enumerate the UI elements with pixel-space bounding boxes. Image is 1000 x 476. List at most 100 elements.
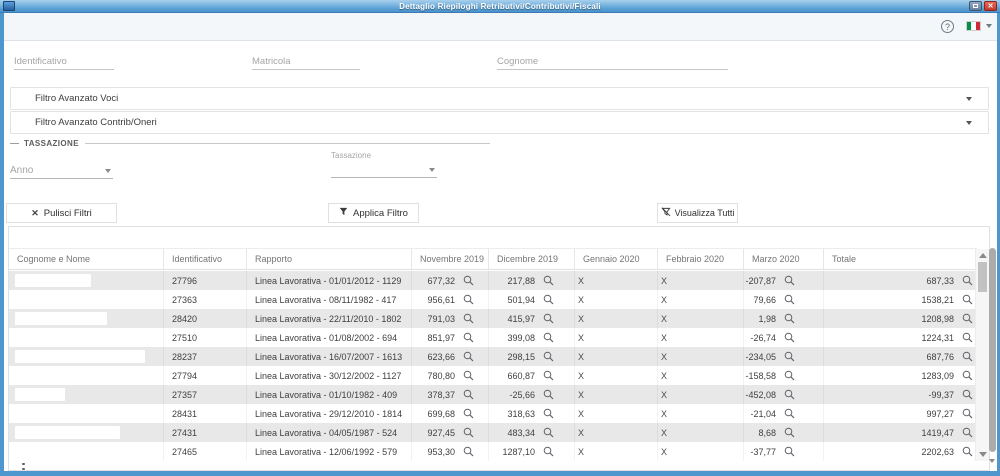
column-header-febbraio-2020[interactable]: Febbraio 2020 [658,249,744,269]
table-row[interactable]: 28431 Linea Lavorativa - 29/12/2010 - 18… [9,404,977,423]
applica-filtro-label: Applica Filtro [353,208,408,219]
cell-identificativo: 27794 [164,366,247,385]
cell-febbraio-2020: X [658,290,744,309]
magnifier-icon[interactable] [543,427,554,438]
magnifier-icon[interactable] [962,446,973,457]
column-header-gennaio-2020[interactable]: Gennaio 2020 [575,249,658,269]
magnifier-icon[interactable] [543,332,554,343]
cell-gennaio-2020: X [575,271,658,290]
magnifier-icon[interactable] [463,294,474,305]
matricola-input[interactable]: Matricola [252,52,360,70]
tassazione-select[interactable] [331,162,437,178]
magnifier-icon[interactable] [543,294,554,305]
magnifier-icon[interactable] [784,408,795,419]
column-header-dicembre-2019[interactable]: Dicembre 2019 [489,249,575,269]
magnifier-icon[interactable] [463,351,474,362]
column-header-rapporto[interactable]: Rapporto [247,249,412,269]
magnifier-icon[interactable] [543,275,554,286]
tassazione-section-header: TASSAZIONE [10,138,490,148]
applica-filtro-button[interactable]: Applica Filtro [328,203,419,223]
close-icon: ✕ [31,208,39,219]
magnifier-icon[interactable] [543,370,554,381]
divider [85,143,490,144]
column-header-totale[interactable]: Totale [824,249,977,269]
magnifier-icon[interactable] [463,389,474,400]
scroll-up-icon[interactable] [979,253,987,258]
filtro-avanzato-voci-panel[interactable]: Filtro Avanzato Voci [10,87,989,110]
magnifier-icon[interactable] [543,313,554,324]
table-row[interactable]: 27363 Linea Lavorativa - 08/11/1982 - 41… [9,290,977,309]
magnifier-icon[interactable] [463,408,474,419]
anno-select[interactable]: Anno [10,160,113,179]
magnifier-icon[interactable] [463,427,474,438]
magnifier-icon[interactable] [543,446,554,457]
magnifier-icon[interactable] [543,351,554,362]
table-scrollbar[interactable] [975,249,989,461]
cell-cognome-nome [9,309,164,328]
column-header-cognome-nome[interactable]: Cognome e Nome [9,249,164,269]
magnifier-icon[interactable] [962,294,973,305]
table-row[interactable]: 27465 Linea Lavorativa - 12/06/1992 - 57… [9,442,977,461]
cell-gennaio-2020: X [575,366,658,385]
table-row[interactable]: 27794 Linea Lavorativa - 30/12/2002 - 11… [9,366,977,385]
magnifier-icon[interactable] [463,370,474,381]
close-window-button[interactable]: ✕ [984,1,997,11]
cell-gennaio-2020: X [575,404,658,423]
identificativo-placeholder: Identificativo [14,56,67,67]
cell-febbraio-2020: X [658,309,744,328]
cell-dicembre-2019: 1287,10 [489,442,575,461]
cell-marzo-2020: 8,68 [744,423,824,442]
table-row[interactable]: 27510 Linea Lavorativa - 01/08/2002 - 69… [9,328,977,347]
pulisci-filtri-button[interactable]: ✕ Pulisci Filtri [6,203,117,223]
restore-window-button[interactable] [969,1,982,11]
magnifier-icon[interactable] [463,313,474,324]
magnifier-icon[interactable] [543,389,554,400]
magnifier-icon[interactable] [962,427,973,438]
column-header-novembre-2019[interactable]: Novembre 2019 [412,249,489,269]
table-row[interactable]: 27796 Linea Lavorativa - 01/01/2012 - 11… [9,271,977,290]
page-scrollbar-thumb[interactable] [989,248,996,452]
cell-totale: 1538,21 [824,290,977,309]
cell-dicembre-2019: -25,66 [489,385,575,404]
table-row[interactable]: 28420 Linea Lavorativa - 22/11/2010 - 18… [9,309,977,328]
cognome-input[interactable]: Cognome [497,52,728,70]
magnifier-icon[interactable] [962,351,973,362]
magnifier-icon[interactable] [543,408,554,419]
magnifier-icon[interactable] [962,408,973,419]
column-header-identificativo[interactable]: Identificativo [164,249,247,269]
table-row[interactable]: 28237 Linea Lavorativa - 16/07/2007 - 16… [9,347,977,366]
magnifier-icon[interactable] [962,370,973,381]
identificativo-input[interactable]: Identificativo [14,52,114,70]
cell-marzo-2020: -158,58 [744,366,824,385]
magnifier-icon[interactable] [463,446,474,457]
magnifier-icon[interactable] [962,313,973,324]
magnifier-icon[interactable] [463,332,474,343]
cell-marzo-2020: -21,04 [744,404,824,423]
magnifier-icon[interactable] [962,332,973,343]
magnifier-icon[interactable] [784,370,795,381]
scroll-down-icon[interactable] [979,452,987,457]
help-icon[interactable]: ? [941,20,954,33]
magnifier-icon[interactable] [784,313,795,324]
scrollbar-thumb[interactable] [978,262,987,292]
filtro-avanzato-contrib-panel[interactable]: Filtro Avanzato Contrib/Oneri [10,111,989,134]
magnifier-icon[interactable] [784,389,795,400]
magnifier-icon[interactable] [784,427,795,438]
table-row[interactable]: 27431 Linea Lavorativa - 04/05/1987 - 52… [9,423,977,442]
magnifier-icon[interactable] [784,332,795,343]
magnifier-icon[interactable] [463,275,474,286]
cell-marzo-2020: -26,74 [744,328,824,347]
cell-cognome-nome [9,366,164,385]
table-row[interactable]: 27357 Linea Lavorativa - 01/10/1982 - 40… [9,385,977,404]
magnifier-icon[interactable] [962,275,973,286]
column-header-marzo-2020[interactable]: Marzo 2020 [744,249,824,269]
magnifier-icon[interactable] [784,446,795,457]
cell-totale: 1208,98 [824,309,977,328]
visualizza-tutti-button[interactable]: Visualizza Tutti [657,203,738,223]
page-scroll-down-icon[interactable] [989,459,995,463]
magnifier-icon[interactable] [784,351,795,362]
magnifier-icon[interactable] [784,275,795,286]
language-selector[interactable] [966,21,992,31]
magnifier-icon[interactable] [784,294,795,305]
magnifier-icon[interactable] [962,389,973,400]
